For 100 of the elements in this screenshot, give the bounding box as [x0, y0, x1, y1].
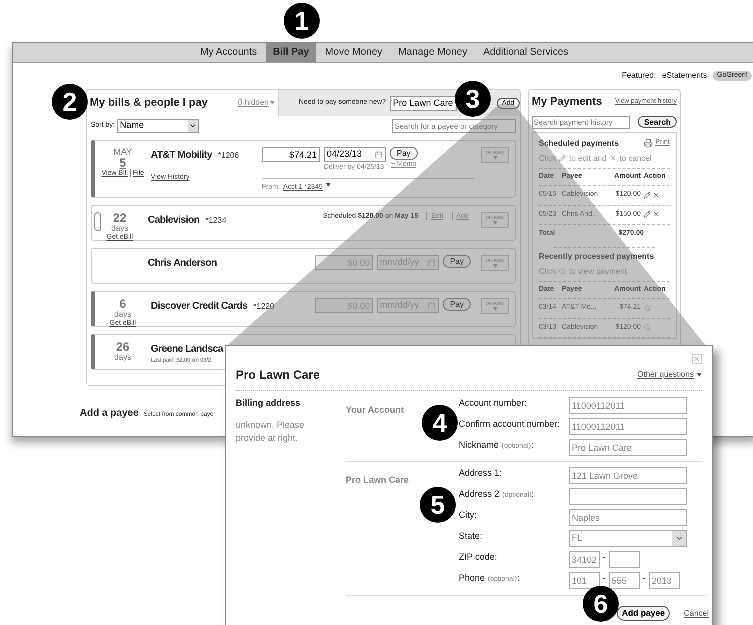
- cycle-icon: [94, 212, 102, 232]
- date-field[interactable]: 04/23/13: [324, 147, 386, 162]
- field-label: Address 2: [459, 489, 500, 499]
- group-title: Pro Lawn Care: [346, 475, 410, 485]
- calendar-icon: [375, 150, 383, 158]
- field-label: Account number:: [459, 398, 528, 408]
- dropdown-icon: [189, 122, 198, 130]
- field-label: Phone: [459, 573, 486, 583]
- edit-icon[interactable]: [644, 211, 651, 218]
- days-count: 26: [116, 341, 130, 353]
- days-label: days: [112, 224, 128, 233]
- dialog-title: Pro Lawn Care: [236, 367, 320, 384]
- text-field[interactable]: [609, 551, 640, 568]
- cancel-link[interactable]: Cancel: [684, 608, 709, 620]
- text-field[interactable]: 121 Lawn Grove: [569, 467, 687, 484]
- separator: -: [603, 551, 606, 564]
- hint-text: Click: [539, 266, 556, 278]
- hidden-link[interactable]: 0 hidden: [238, 97, 269, 109]
- pay-button[interactable]: Pay: [390, 147, 418, 160]
- nav-tab[interactable]: Additional Services: [476, 43, 576, 62]
- label-colon: :: [517, 573, 520, 583]
- hint-text: to view payment: [569, 266, 628, 278]
- payee-name: AT&T Mobility: [151, 149, 212, 163]
- group-title: Your Account: [346, 405, 404, 415]
- nav-tab[interactable]: Move Money: [318, 43, 390, 62]
- payee-name: Greene Landsca: [151, 343, 224, 357]
- hint-text: Click: [539, 152, 556, 164]
- account-suffix: *1234: [206, 215, 227, 227]
- text-field[interactable]: Pro Lawn Care: [569, 439, 687, 456]
- cancel-icon: [610, 155, 617, 162]
- payee-name-field[interactable]: Pro Lawn Care: [390, 96, 458, 110]
- days-label: days: [114, 310, 132, 319]
- text-field[interactable]: 11000112011: [569, 397, 687, 414]
- nav-tab[interactable]: Manage Money: [392, 43, 474, 62]
- payee-name: Cablevision: [148, 214, 200, 228]
- sort-select[interactable]: Name: [117, 119, 200, 133]
- field-label: State:: [459, 531, 483, 541]
- caret-icon: [492, 307, 498, 311]
- subsection-title: Scheduled payments: [539, 138, 620, 150]
- view-icon[interactable]: [644, 324, 651, 332]
- amount-field[interactable]: $74.21: [262, 147, 320, 162]
- side-title: Billing address: [236, 397, 302, 410]
- caret-icon: [492, 156, 498, 160]
- add-payee-button[interactable]: Add payee: [617, 606, 670, 621]
- field-label: ZIP code:: [459, 552, 498, 562]
- calendar-icon: [428, 258, 436, 266]
- caret-icon: [697, 373, 702, 377]
- field-label: Nickname: [459, 440, 500, 450]
- step-number: 1: [284, 3, 320, 39]
- state-select[interactable]: FL: [569, 530, 687, 547]
- label-colon: :: [531, 440, 534, 450]
- printer-icon: [644, 139, 653, 148]
- side-note: unknown. Please provide at right.: [236, 418, 306, 445]
- hint-text: to edit and: [569, 152, 607, 164]
- pay-button[interactable]: Pay: [443, 298, 471, 311]
- section-title: Add a payee: [80, 407, 139, 421]
- nav-tab[interactable]: My Accounts: [193, 43, 264, 62]
- days-label: days: [114, 353, 132, 362]
- payee-name: Discover Credit Cards: [151, 300, 248, 314]
- caret-icon: [492, 221, 498, 225]
- panel-title: My bills & people I pay: [90, 96, 208, 111]
- cancel-icon[interactable]: [653, 192, 660, 199]
- pay-button[interactable]: Pay: [443, 255, 471, 268]
- subsection-title: Recently processed payments: [539, 250, 656, 262]
- nav-tab[interactable]: Bill Pay: [266, 43, 316, 62]
- hint-text: to cancel: [620, 152, 652, 164]
- due-month: MAY: [114, 147, 132, 158]
- search-button[interactable]: Search: [638, 116, 677, 128]
- featured-item: eStatements: [662, 70, 708, 82]
- edit-icon[interactable]: [644, 192, 651, 199]
- separator: -: [643, 572, 646, 585]
- field-label: City:: [459, 510, 477, 520]
- text-field[interactable]: 101: [569, 572, 600, 589]
- days-count: 6: [120, 298, 126, 310]
- dropdown-icon: [674, 534, 684, 543]
- view-icon: [559, 268, 566, 275]
- text-field[interactable]: 34102: [569, 551, 600, 568]
- caret-icon: [326, 182, 331, 186]
- account-suffix: *1220: [254, 301, 275, 313]
- account-suffix: *1206: [218, 150, 240, 162]
- panel-title: My Payments: [532, 95, 602, 110]
- days-count: 22: [113, 212, 127, 224]
- other-questions-link[interactable]: Other questions: [638, 369, 694, 381]
- field-label: Confirm account number:: [459, 419, 560, 429]
- text-field[interactable]: Naples: [569, 509, 687, 526]
- cancel-icon[interactable]: [653, 211, 660, 218]
- due-day: 5: [120, 158, 126, 169]
- featured-label: Featured:: [622, 70, 656, 82]
- text-field[interactable]: [569, 488, 687, 505]
- field-label: Address 1:: [459, 468, 502, 478]
- label-colon: :: [532, 489, 534, 499]
- text-field[interactable]: 11000112011: [569, 418, 687, 435]
- payee-name: Chris Anderson: [148, 257, 218, 271]
- edit-icon: [559, 155, 566, 162]
- text-field[interactable]: 2013: [649, 572, 680, 589]
- text-field[interactable]: 555: [609, 572, 640, 589]
- calendar-icon: [428, 302, 436, 310]
- view-icon[interactable]: [644, 304, 651, 312]
- close-icon[interactable]: [692, 354, 702, 364]
- separator: -: [603, 572, 606, 585]
